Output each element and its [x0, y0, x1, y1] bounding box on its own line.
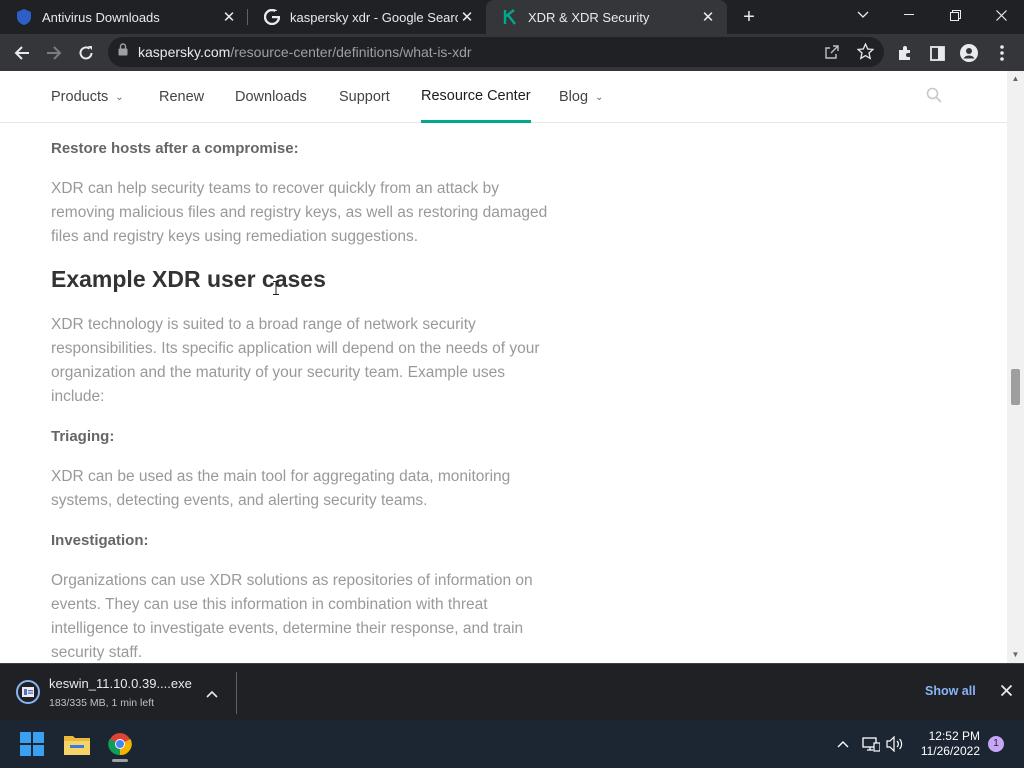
scroll-down-icon[interactable]: ▼ [1011, 650, 1020, 659]
nav-item-downloads[interactable]: Downloads [235, 71, 307, 123]
close-tab-icon[interactable]: ✕ [458, 8, 476, 26]
nav-label: Blog [559, 89, 589, 105]
windows-taskbar: 12:52 PM 11/26/2022 1 [0, 720, 1024, 768]
chevron-up-icon[interactable] [206, 685, 218, 703]
scroll-up-icon[interactable]: ▲ [1011, 74, 1020, 83]
page-scrollbar[interactable]: ▲ ▼ [1007, 71, 1024, 663]
url-domain: kaspersky.com [138, 44, 231, 60]
paragraph-investigation: Organizations can use XDR solutions as r… [51, 572, 533, 661]
nav-item-products[interactable]: Products ⌄ [51, 71, 124, 123]
url-text: kaspersky.com/resource-center/definition… [138, 44, 472, 60]
show-all-downloads-button[interactable]: Show all [925, 684, 976, 698]
tab-xdr-security[interactable]: XDR & XDR Security ✕ [486, 0, 727, 34]
forward-arrow-icon[interactable] [40, 39, 68, 67]
lock-icon[interactable] [118, 43, 128, 61]
side-panel-icon[interactable] [923, 39, 951, 67]
tab-title: Antivirus Downloads [42, 9, 160, 25]
google-favicon-icon [264, 9, 280, 25]
close-download-bar-icon[interactable] [996, 680, 1016, 700]
tab-google-search[interactable]: kaspersky xdr - Google Search ✕ [248, 0, 486, 34]
chevron-down-icon: ⌄ [595, 91, 604, 103]
site-navigation: Products ⌄ Renew Downloads Support Resou… [0, 71, 1007, 123]
windows-start-icon[interactable] [16, 728, 48, 760]
browser-toolbar: kaspersky.com/resource-center/definition… [0, 34, 1024, 71]
reload-icon[interactable] [72, 39, 100, 67]
clock-date: 11/26/2022 [920, 744, 980, 758]
download-divider [236, 672, 237, 714]
download-filename: keswin_11.10.0.39....exe [49, 676, 192, 691]
share-icon[interactable] [824, 44, 840, 65]
address-bar[interactable]: kaspersky.com/resource-center/definition… [108, 37, 884, 67]
new-tab-icon[interactable]: + [737, 5, 761, 29]
nav-label: Products [51, 89, 109, 105]
url-path: /resource-center/definitions/what-is-xdr [230, 44, 472, 60]
close-window-icon[interactable] [978, 0, 1024, 30]
nav-label: Support [339, 89, 390, 105]
tab-title: kaspersky xdr - Google Search [290, 9, 458, 25]
download-item[interactable]: keswin_11.10.0.39....exe 183/335 MB, 1 m… [12, 672, 234, 712]
notification-badge[interactable]: 1 [988, 736, 1004, 752]
nav-item-renew[interactable]: Renew [159, 71, 204, 123]
section-heading-triaging: Triaging: [51, 428, 115, 445]
scrollbar-thumb[interactable] [1011, 369, 1020, 405]
close-tab-icon[interactable]: ✕ [220, 8, 238, 26]
paragraph-restore: XDR can help security teams to recover q… [51, 180, 548, 245]
profile-avatar-icon[interactable] [955, 39, 983, 67]
file-explorer-icon[interactable] [61, 728, 93, 760]
heading-example-xdr-use-cases: Example XDR user cases [51, 266, 326, 292]
nav-item-blog[interactable]: Blog ⌄ [559, 71, 603, 123]
minimize-icon[interactable] [886, 0, 932, 30]
extensions-puzzle-icon[interactable] [891, 39, 919, 67]
show-hidden-icons-chevron-icon[interactable] [832, 734, 854, 754]
kaspersky-favicon-icon [502, 9, 518, 25]
download-status: 183/335 MB, 1 min left [49, 697, 155, 709]
nav-label: Resource Center [421, 87, 531, 104]
tab-search-chevron-icon[interactable] [840, 0, 886, 30]
close-tab-icon[interactable]: ✕ [699, 8, 717, 26]
back-arrow-icon[interactable] [8, 39, 36, 67]
nav-item-resource-center[interactable]: Resource Center [421, 71, 531, 123]
installer-file-icon [16, 680, 40, 709]
tab-strip: Antivirus Downloads ✕ kaspersky xdr - Go… [0, 0, 1024, 34]
tab-antivirus-downloads[interactable]: Antivirus Downloads ✕ [0, 0, 248, 34]
shield-favicon-icon [16, 9, 32, 25]
chrome-icon[interactable] [104, 728, 136, 762]
tab-title: XDR & XDR Security [528, 9, 650, 25]
restore-window-icon[interactable] [932, 0, 978, 30]
text-cursor-icon [273, 281, 279, 300]
system-clock[interactable]: 12:52 PM 11/26/2022 [912, 729, 980, 759]
section-heading-investigation: Investigation: [51, 532, 149, 549]
search-icon[interactable] [926, 87, 944, 105]
active-app-indicator [112, 759, 128, 762]
section-heading-restore: Restore hosts after a compromise: [51, 140, 299, 157]
network-icon[interactable] [860, 734, 882, 754]
bookmark-star-icon[interactable] [856, 42, 875, 65]
paragraph-use-cases: XDR technology is suited to a broad rang… [51, 316, 540, 405]
nav-item-support[interactable]: Support [339, 71, 390, 123]
nav-label: Renew [159, 89, 205, 105]
web-page: Products ⌄ Renew Downloads Support Resou… [0, 71, 1024, 663]
volume-icon[interactable] [884, 734, 906, 754]
chevron-down-icon: ⌄ [115, 91, 124, 103]
nav-label: Downloads [235, 89, 307, 105]
menu-kebab-icon[interactable] [988, 39, 1016, 67]
download-bar: keswin_11.10.0.39....exe 183/335 MB, 1 m… [0, 663, 1024, 720]
paragraph-triaging: XDR can be used as the main tool for agg… [51, 468, 511, 509]
clock-time: 12:52 PM [928, 729, 980, 743]
